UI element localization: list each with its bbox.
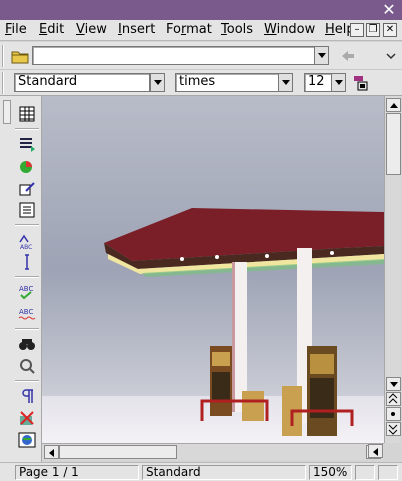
navigation-icon[interactable] (386, 407, 401, 421)
style-dropdown-button[interactable] (150, 73, 165, 92)
vertical-scrollbar[interactable] (384, 96, 401, 443)
toolbar-grip[interactable] (2, 45, 8, 67)
menu-insert[interactable]: Insert (118, 22, 155, 37)
toolbar-grip[interactable] (2, 72, 8, 94)
open-folder-icon[interactable] (10, 46, 30, 66)
url-dropdown-button[interactable] (314, 46, 329, 65)
window-title-bar: ✕ (0, 0, 402, 20)
navigator-icon[interactable] (17, 356, 37, 376)
menu-edit[interactable]: Edit (39, 22, 64, 37)
draw-functions-icon[interactable] (17, 178, 37, 198)
menu-file[interactable]: File (5, 22, 27, 37)
previous-page-icon[interactable] (386, 392, 401, 406)
menu-format[interactable]: Format (166, 22, 212, 37)
horizontal-scroll-thumb[interactable] (59, 445, 177, 459)
page-style-indicator[interactable]: Standard (142, 465, 306, 480)
insert-fields-icon[interactable] (17, 134, 37, 154)
scroll-down-button[interactable] (386, 377, 401, 391)
toolbar-more-icon[interactable] (384, 46, 398, 66)
scroll-up-button[interactable] (386, 98, 401, 112)
svg-text:ABC: ABC (19, 285, 33, 293)
menu-view[interactable]: View (76, 22, 107, 37)
back-arrow-icon[interactable] (340, 48, 356, 64)
insert-mode-indicator[interactable] (355, 465, 375, 480)
font-dropdown-button[interactable] (278, 73, 293, 92)
close-window-icon[interactable]: ✕ (380, 1, 398, 19)
font-name-select[interactable]: times (175, 73, 279, 92)
formatting-bar: Standard times 12 (0, 70, 402, 96)
autocomplete-icon[interactable]: ABC (17, 230, 37, 251)
close-doc-icon[interactable]: ✕ (383, 23, 397, 37)
url-input[interactable] (32, 46, 315, 65)
insert-object-icon[interactable] (17, 156, 37, 176)
menu-window[interactable]: Window (264, 22, 315, 37)
size-dropdown-button[interactable] (331, 73, 346, 92)
insert-table-icon[interactable] (17, 104, 37, 124)
font-size-select[interactable]: 12 (304, 73, 332, 92)
toolbar-handle[interactable] (3, 100, 11, 124)
spellcheck-icon[interactable]: ABC (17, 282, 37, 302)
horizontal-scrollbar[interactable] (42, 443, 384, 460)
main-toolbar: ABC ABC ABC (0, 96, 42, 462)
nonprinting-chars-icon[interactable] (17, 386, 37, 406)
selection-mode-indicator[interactable] (378, 465, 398, 480)
paragraph-style-select[interactable]: Standard (14, 73, 150, 92)
online-layout-icon[interactable] (17, 430, 37, 450)
graphics-off-icon[interactable] (17, 408, 37, 428)
page-indicator[interactable]: Page 1 / 1 (15, 465, 139, 480)
zoom-indicator[interactable]: 150% (309, 465, 352, 480)
next-page-icon[interactable] (386, 422, 401, 436)
scroll-left-button[interactable] (44, 445, 59, 459)
status-bar: Page 1 / 1 Standard 150% (0, 462, 402, 481)
minimize-doc-icon[interactable]: – (350, 23, 364, 37)
menu-tools[interactable]: Tools (221, 22, 253, 37)
menu-bar: File Edit View Insert Format Tools Windo… (0, 20, 402, 41)
svg-text:ABC: ABC (20, 244, 32, 250)
hscroll-left-alt-button[interactable] (368, 444, 383, 458)
find-replace-icon[interactable] (17, 334, 37, 354)
gas-station-photo (42, 96, 384, 443)
form-functions-icon[interactable] (17, 200, 37, 220)
restore-doc-icon[interactable]: ❐ (366, 23, 380, 37)
vertical-scroll-thumb[interactable] (386, 113, 401, 175)
function-bar (0, 42, 402, 70)
svg-text:ABC: ABC (19, 308, 33, 316)
auto-spellcheck-icon[interactable]: ABC (17, 304, 37, 324)
stylist-icon[interactable] (352, 74, 370, 92)
document-canvas[interactable] (42, 96, 384, 443)
text-cursor-icon[interactable] (17, 252, 37, 272)
